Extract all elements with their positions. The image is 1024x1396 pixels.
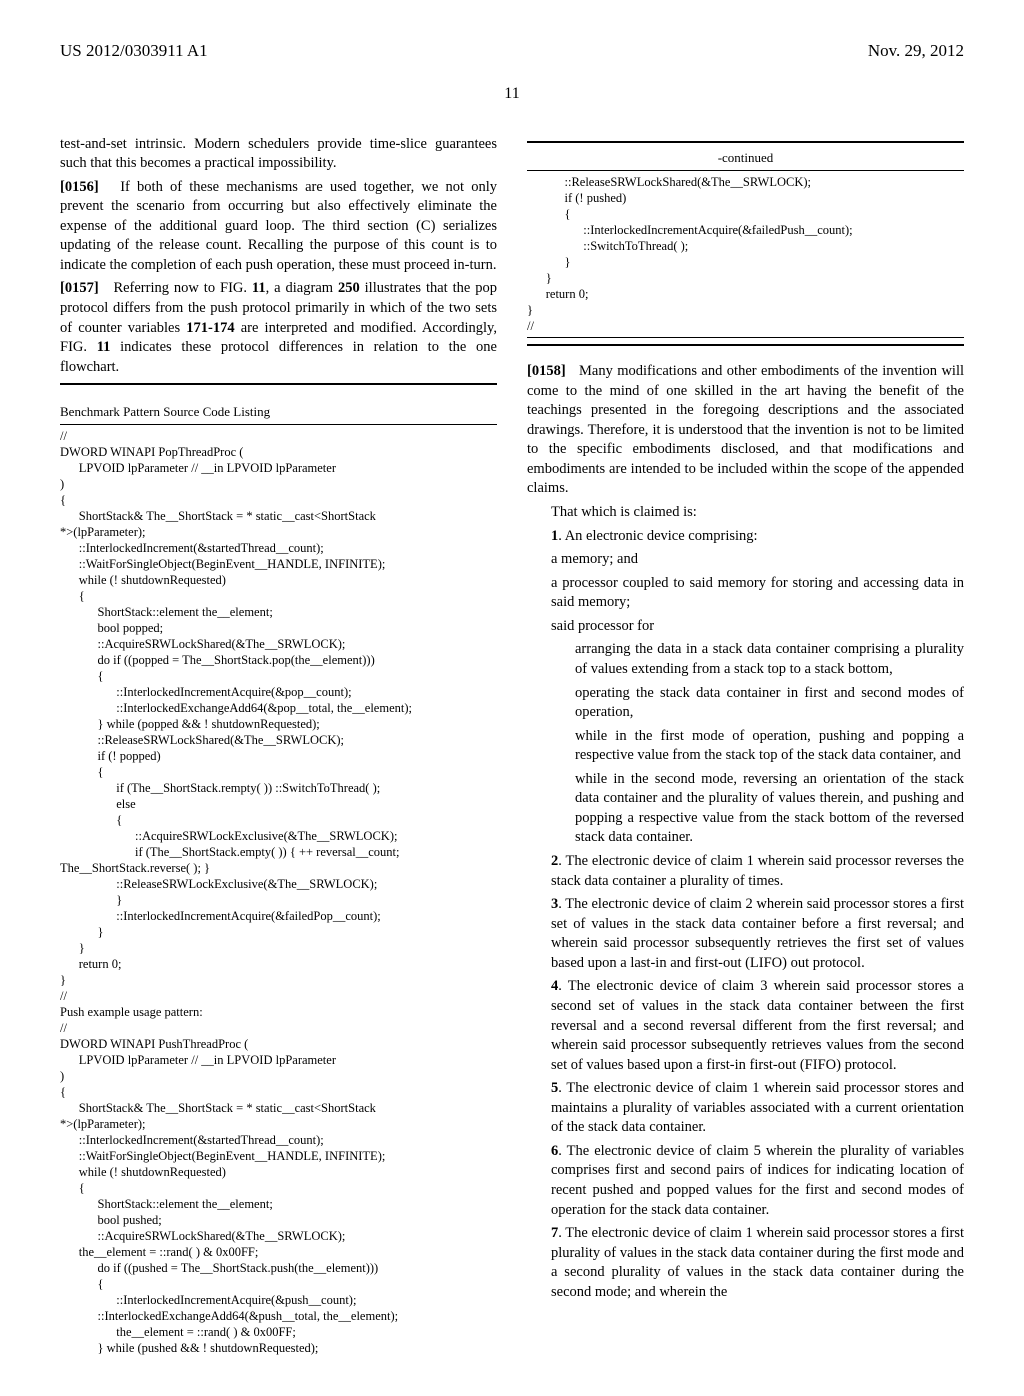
paragraph: [0156] If both of these mechanisms are u… bbox=[60, 178, 497, 276]
paragraph-number: [0157] bbox=[60, 280, 99, 296]
claim-line: a processor coupled to said memory for s… bbox=[527, 574, 964, 613]
continued-label: -continued bbox=[527, 149, 964, 167]
code-listing: ::ReleaseSRWLockShared(&The__SRWLOCK); i… bbox=[527, 174, 964, 334]
claims-intro: That which is claimed is: bbox=[527, 503, 964, 523]
claim-line: arranging the data in a stack data conta… bbox=[527, 640, 964, 679]
paragraph-number: [0156] bbox=[60, 179, 99, 195]
paragraph: [0158] Many modifications and other embo… bbox=[527, 362, 964, 499]
paragraph: [0157] Referring now to FIG. 11, a diagr… bbox=[60, 279, 497, 377]
code-listing: // DWORD WINAPI PopThreadProc ( LPVOID l… bbox=[60, 428, 497, 1356]
claim: 6. The electronic device of claim 5 wher… bbox=[527, 1142, 964, 1220]
ref-number: 250 bbox=[338, 280, 360, 296]
claim: 5. The electronic device of claim 1 wher… bbox=[527, 1079, 964, 1138]
claim: 7. The electronic device of claim 1 wher… bbox=[527, 1224, 964, 1302]
paragraph-number: [0158] bbox=[527, 363, 566, 379]
claim: 4. The electronic device of claim 3 wher… bbox=[527, 977, 964, 1075]
claim: 3. The electronic device of claim 2 wher… bbox=[527, 895, 964, 973]
publication-date: Nov. 29, 2012 bbox=[868, 40, 964, 63]
claim: 1. An electronic device comprising: bbox=[527, 527, 964, 547]
right-column: -continued ::ReleaseSRWLockShared(&The__… bbox=[527, 135, 964, 1356]
paragraph-body: If both of these mechanisms are used tog… bbox=[60, 179, 497, 273]
claim-line: said processor for bbox=[527, 617, 964, 637]
claim: 2. The electronic device of claim 1 wher… bbox=[527, 852, 964, 891]
claim-line: while in the second mode, reversing an o… bbox=[527, 770, 964, 848]
ref-number: 11 bbox=[97, 339, 111, 355]
claim-line: while in the first mode of operation, pu… bbox=[527, 727, 964, 766]
claim-line: operating the stack data container in fi… bbox=[527, 684, 964, 723]
paragraph-body: test-and-set intrinsic. Modern scheduler… bbox=[60, 135, 497, 174]
left-column: test-and-set intrinsic. Modern scheduler… bbox=[60, 135, 497, 1356]
paragraph-body: Many modifications and other embodiments… bbox=[527, 363, 964, 496]
publication-number: US 2012/0303911 A1 bbox=[60, 40, 208, 63]
code-listing-title: Benchmark Pattern Source Code Listing bbox=[60, 403, 497, 421]
claim-line: a memory; and bbox=[527, 550, 964, 570]
ref-number: 11 bbox=[252, 280, 266, 296]
paragraph-body: Referring now to FIG. bbox=[113, 280, 251, 296]
page-number: 11 bbox=[60, 83, 964, 105]
ref-number: 171-174 bbox=[186, 320, 234, 336]
